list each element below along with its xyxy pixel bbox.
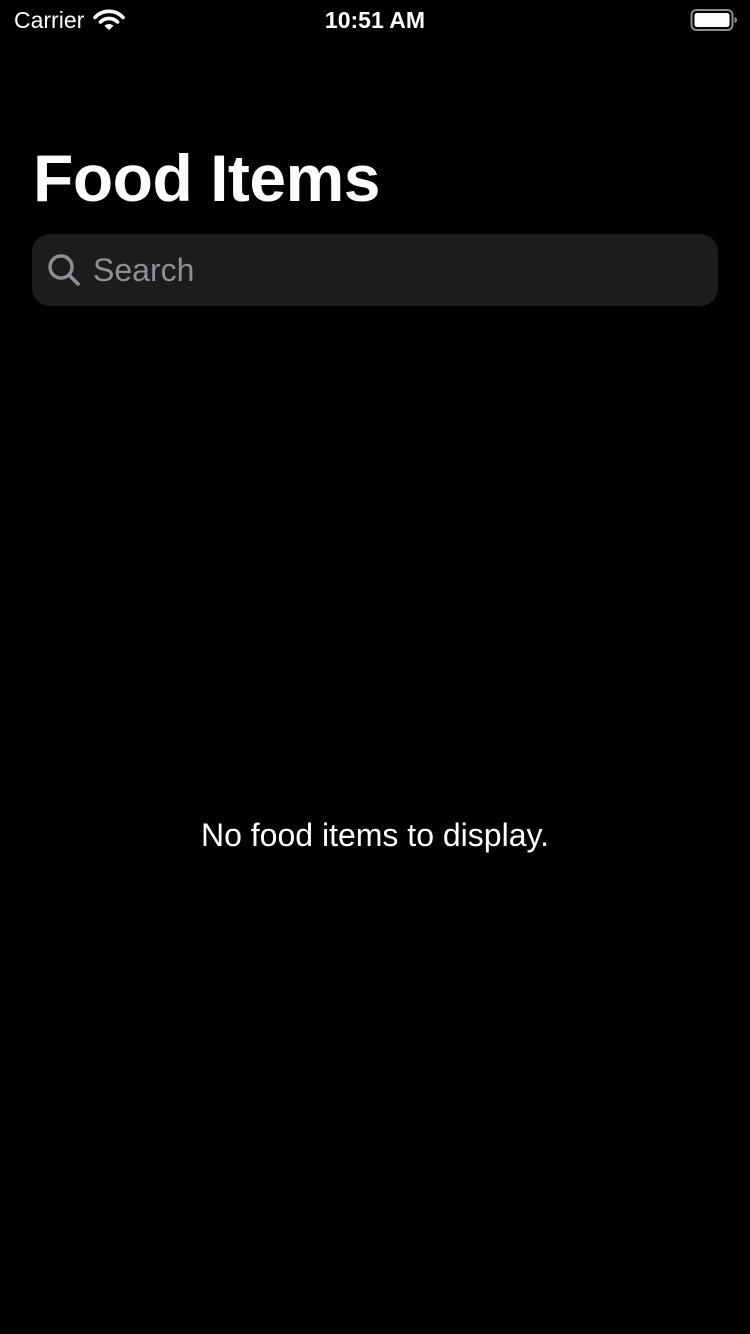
battery-icon <box>690 9 737 31</box>
page-title: Food Items <box>33 141 381 215</box>
status-bar: Carrier 10:51 AM <box>0 0 750 40</box>
empty-state-message: No food items to display. <box>200 817 549 853</box>
search-bar[interactable] <box>32 234 718 306</box>
search-icon <box>48 254 80 286</box>
status-time: 10:51 AM <box>324 7 426 33</box>
search-input[interactable] <box>93 240 718 300</box>
